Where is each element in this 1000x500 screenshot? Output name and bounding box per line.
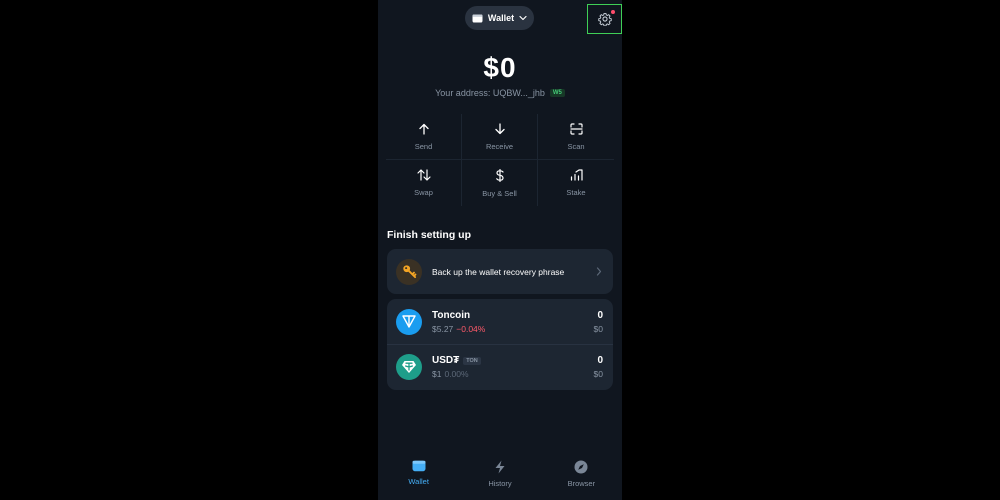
address-row[interactable]: Your address: UQBW..._jhb W5 [378,88,622,98]
wallet-switcher-button[interactable]: Wallet [465,6,534,30]
notification-dot [611,10,615,14]
settings-button[interactable] [587,4,622,34]
token-list: Toncoin $5.27 −0.04% 0 $0 USD₮ TON $1 0.… [387,299,613,390]
wallet-icon [472,14,483,22]
gear-icon [597,12,612,26]
key-icon-container [396,258,422,285]
toncoin-logo-icon [396,308,422,335]
scan-icon [569,122,583,135]
chevron-down-icon [519,15,527,21]
nav-wallet-label: Wallet [408,477,429,486]
arrow-down-icon [494,122,505,134]
stake-label: Stake [566,188,586,197]
bottom-navigation: Wallet History Browser [378,452,622,500]
receive-button[interactable]: Receive [462,114,538,160]
wallet-version-badge: W5 [549,89,565,97]
token-row-toncoin[interactable]: Toncoin $5.27 −0.04% 0 $0 [387,299,613,344]
token-fiat-value: $0 [593,369,603,379]
balance-amount: $0 [483,52,517,83]
arrow-up-icon [418,123,429,135]
token-price-change: 0.00% [444,369,469,379]
key-icon [402,265,416,279]
token-name-text: USD₮ [432,355,460,366]
token-amount: 0 [597,355,603,366]
nav-browser-label: Browser [567,479,596,488]
scan-button[interactable]: Scan [538,114,614,160]
stake-button[interactable]: Stake [538,160,614,206]
buy-sell-button[interactable]: Buy & Sell [462,160,538,206]
wallet-icon [412,460,426,472]
token-price-row: $5.27 −0.04% [432,324,594,334]
chevron-right-icon [596,267,602,276]
token-price: $1 [432,369,442,379]
wallet-switcher-label: Wallet [487,13,515,23]
swap-label: Swap [414,188,433,197]
token-price-row: $1 0.00% [432,369,594,379]
send-label: Send [414,141,433,151]
scan-label: Scan [567,141,585,151]
usdt-logo-icon [396,354,422,380]
token-fiat-value: $0 [593,323,603,334]
token-info: USD₮ TON $1 0.00% [432,355,594,379]
token-price-change: −0.04% [456,323,486,334]
lightning-icon [495,460,505,474]
wallet-address: Your address: UQBW..._jhb [435,88,545,98]
dollar-icon [495,168,504,182]
buy-sell-label: Buy & Sell [482,188,517,198]
wallet-app-screen: Wallet $0 Your address: UQBW..._jhb W5 S… [378,0,622,500]
stake-icon [570,169,583,181]
swap-button[interactable]: Swap [386,160,462,206]
token-network-badge: TON [463,356,481,365]
backup-recovery-phrase-label: Back up the wallet recovery phrase [432,266,565,277]
token-name: Toncoin [432,310,594,321]
nav-wallet[interactable]: Wallet [378,452,459,500]
action-grid: Send Receive Scan Swap Buy & Sell Stake [386,114,614,206]
nav-browser[interactable]: Browser [541,452,622,500]
compass-icon [574,460,588,474]
token-amount: 0 [597,309,603,321]
token-name: USD₮ TON [432,355,594,366]
nav-history[interactable]: History [459,452,540,500]
nav-history-label: History [488,479,512,488]
send-button[interactable]: Send [386,114,462,160]
receive-label: Receive [485,141,514,151]
token-name-text: Toncoin [432,309,471,321]
swap-icon [416,169,431,181]
token-amounts: 0 $0 [594,310,603,334]
backup-recovery-phrase-item[interactable]: Back up the wallet recovery phrase [387,249,613,294]
token-info: Toncoin $5.27 −0.04% [432,310,594,334]
token-row-usdt[interactable]: USD₮ TON $1 0.00% 0 $0 [387,344,613,389]
finish-setup-title: Finish setting up [387,229,471,241]
token-amounts: 0 $0 [594,355,603,379]
token-price: $5.27 [432,323,454,334]
